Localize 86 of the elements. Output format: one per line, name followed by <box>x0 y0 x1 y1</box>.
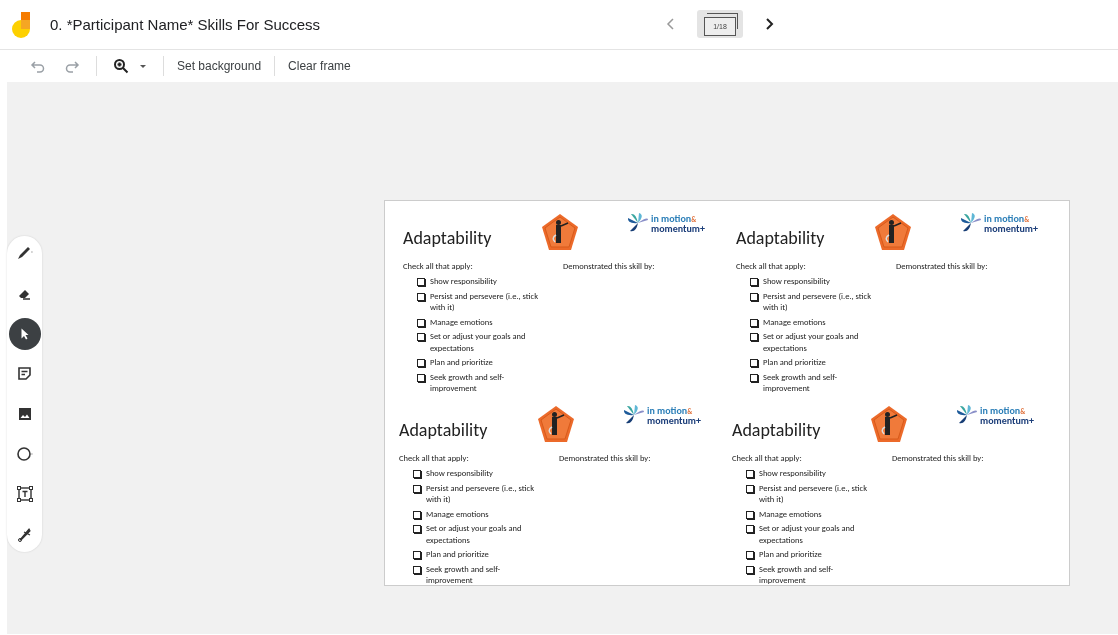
set-background-button[interactable]: Set background <box>170 59 269 73</box>
checkbox[interactable] <box>413 565 421 574</box>
checkbox[interactable] <box>417 359 425 367</box>
checklist-heading: Check all that apply: <box>403 261 474 271</box>
logo-text: momentum+ <box>980 415 1034 425</box>
checklist-item: Seek growth and self-improvement <box>430 371 506 395</box>
logo-text: momentum+ <box>984 223 1038 233</box>
checklist-item: Show responsibility <box>763 276 830 288</box>
figure-badge-icon <box>870 405 908 443</box>
checklist-item: Persist and persevere (i.e., stick with it) <box>763 290 872 314</box>
checkbox[interactable] <box>746 470 754 478</box>
logo-text: in motion <box>651 211 692 225</box>
demonstrated-label: Demonstrated this skill by: <box>892 453 984 465</box>
demonstrated-label: Demonstrated this skill by: <box>563 261 655 273</box>
logo-text: momentum+ <box>647 415 701 425</box>
checklist-item: Seek growth and self-improvement <box>426 563 502 585</box>
flower-logo-icon <box>623 404 645 426</box>
logo-text: in motion <box>647 403 688 417</box>
demonstrated-label: Demonstrated this skill by: <box>896 261 988 273</box>
checklist-item: Persist and persevere (i.e., stick with it) <box>426 482 535 506</box>
checkbox[interactable] <box>413 551 421 559</box>
checkbox[interactable] <box>417 292 425 301</box>
checkbox[interactable] <box>413 484 421 493</box>
checklist-item: Manage emotions <box>426 508 489 520</box>
checkbox[interactable] <box>417 318 425 327</box>
checklist-item: Set or adjust your goals and expectations <box>759 523 856 546</box>
text-box-icon <box>14 484 35 504</box>
checkbox[interactable] <box>750 373 758 382</box>
next-frame-icon[interactable] <box>763 18 775 30</box>
checklist-item: Set or adjust your goals and expectations <box>763 331 860 354</box>
logo-text: in motion <box>980 403 1021 417</box>
checkbox[interactable] <box>746 484 754 493</box>
pointer-tool[interactable] <box>8 318 41 350</box>
checklist-item: Show responsibility <box>759 468 826 480</box>
card-title: Adaptability <box>736 227 826 249</box>
flower-logo-icon <box>627 212 649 234</box>
checklist-item: Manage emotions <box>430 316 493 328</box>
document-title: 0. *Participant Name* Skills For Success <box>50 16 321 33</box>
checkbox[interactable] <box>413 510 421 519</box>
checklist-item: Seek growth and self-improvement <box>759 563 835 585</box>
checklist-item: Set or adjust your goals and expectations <box>430 331 527 354</box>
checklist-heading: Check all that apply: <box>732 453 803 463</box>
checkbox[interactable] <box>750 333 758 341</box>
checklist-item: Show responsibility <box>426 468 493 480</box>
checklist-item: Plan and prioritize <box>426 549 489 561</box>
checkbox[interactable] <box>417 373 425 382</box>
checklist-item: Persist and persevere (i.e., stick with it) <box>759 482 868 506</box>
checklist-item: Set or adjust your goals and expectations <box>426 523 523 546</box>
checkbox[interactable] <box>413 525 421 533</box>
checklist-item: Manage emotions <box>759 508 822 520</box>
logo-text: momentum+ <box>651 223 705 233</box>
card-title: Adaptability <box>403 227 493 249</box>
checkbox[interactable] <box>746 510 754 519</box>
checkbox[interactable] <box>746 565 754 574</box>
checklist-item: Seek growth and self-improvement <box>763 371 839 395</box>
logo-text: in motion <box>984 211 1025 225</box>
figure-badge-icon <box>541 213 579 251</box>
checklist-item: Plan and prioritize <box>430 357 493 369</box>
checkbox[interactable] <box>417 333 425 341</box>
checklist-item: Plan and prioritize <box>763 357 826 369</box>
checkbox[interactable] <box>746 551 754 559</box>
checkbox[interactable] <box>750 278 758 286</box>
flower-logo-icon <box>956 404 978 426</box>
checkbox[interactable] <box>413 470 421 478</box>
demonstrated-label: Demonstrated this skill by: <box>559 453 651 465</box>
zoom-in-icon[interactable] <box>113 58 129 74</box>
checklist-item: Manage emotions <box>763 316 826 328</box>
checkbox[interactable] <box>750 318 758 327</box>
checkbox[interactable] <box>750 359 758 367</box>
card-title: Adaptability <box>399 419 489 441</box>
checkbox[interactable] <box>746 525 754 533</box>
checklist-item: Persist and persevere (i.e., stick with it) <box>430 290 539 314</box>
caret-icon[interactable] <box>139 62 147 70</box>
checklist-item: Plan and prioritize <box>759 549 822 561</box>
checklist-heading: Check all that apply: <box>399 453 470 463</box>
checklist-item: Show responsibility <box>430 276 497 288</box>
checkbox[interactable] <box>417 278 425 286</box>
flower-logo-icon <box>960 212 982 234</box>
card-title: Adaptability <box>732 419 822 441</box>
previous-frame-icon[interactable] <box>665 18 677 30</box>
checkbox[interactable] <box>750 292 758 301</box>
checklist-heading: Check all that apply: <box>736 261 807 271</box>
clear-frame-button[interactable]: Clear frame <box>281 59 358 73</box>
figure-badge-icon <box>537 405 575 443</box>
pointer-icon <box>20 328 29 340</box>
figure-badge-icon <box>874 213 912 251</box>
